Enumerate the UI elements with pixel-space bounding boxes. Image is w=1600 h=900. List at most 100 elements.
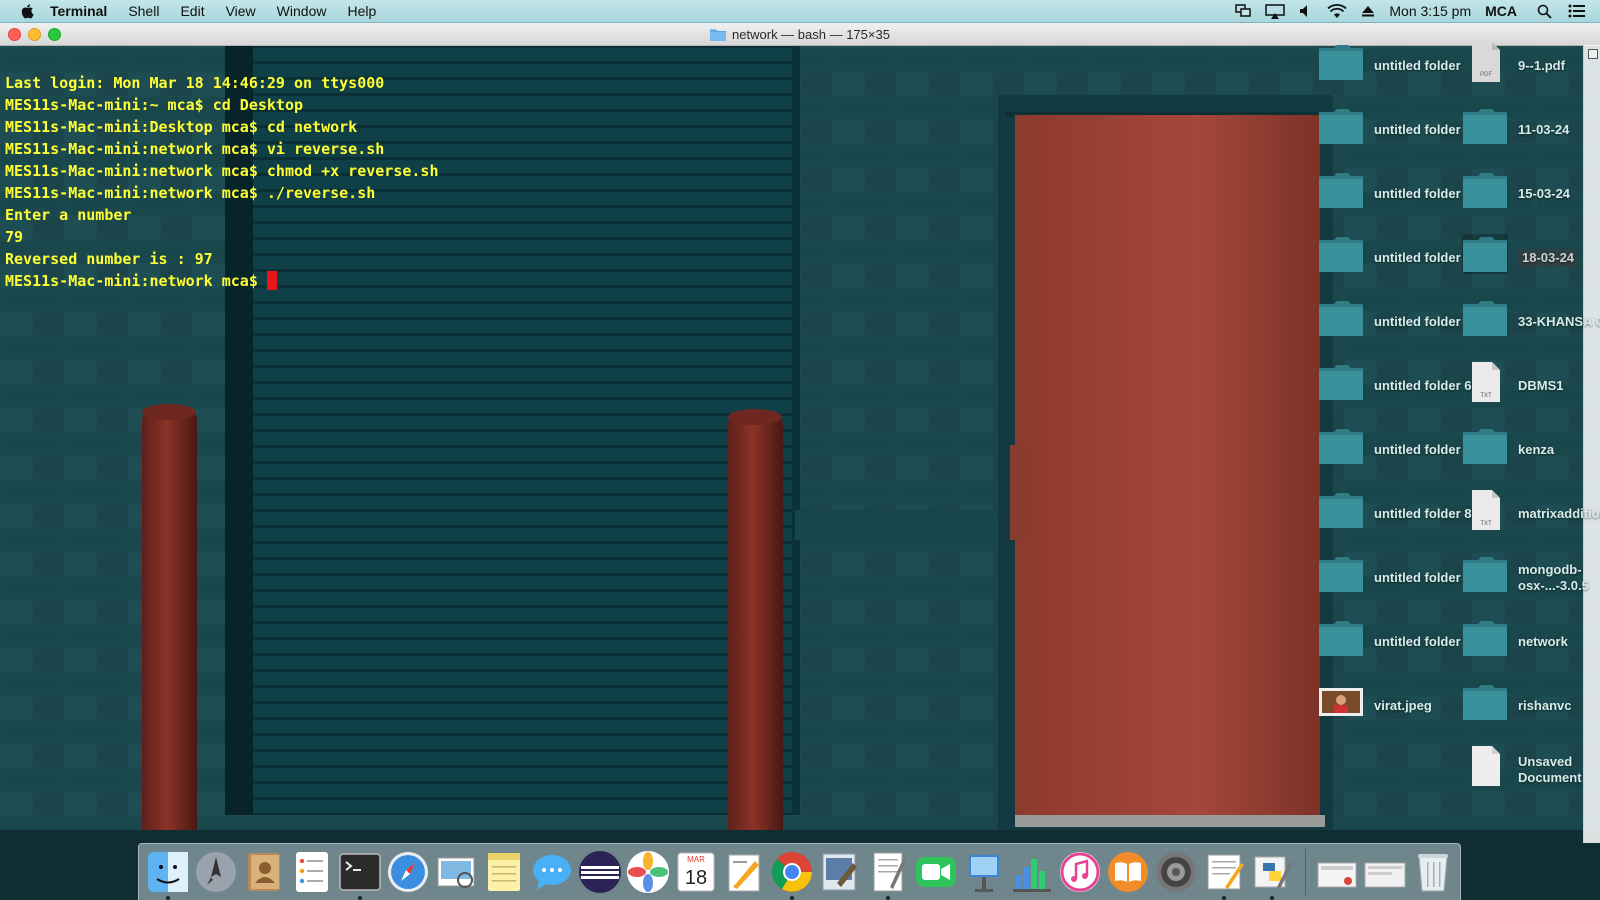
menubar-clock[interactable]: Mon 3:15 pm [1389, 3, 1471, 19]
messages-icon[interactable] [529, 849, 575, 895]
desktop-item-name: 33-KHANSA CZ [1518, 314, 1600, 329]
folder-icon [1318, 42, 1364, 82]
system-preferences-icon[interactable] [1153, 849, 1199, 895]
contacts-icon[interactable] [241, 849, 287, 895]
text-cursor [266, 271, 277, 290]
desktop-item-name: untitled folder [1374, 58, 1461, 73]
itunes-icon[interactable] [1057, 849, 1103, 895]
launchpad-icon[interactable] [193, 849, 239, 895]
output-line: MES11s-Mac-mini:Desktop mca$ cd network [5, 118, 358, 136]
prompt-line[interactable]: MES11s-Mac-mini:network mca$ [5, 270, 438, 292]
desktop-item[interactable]: TXT matrixaddition [1462, 486, 1600, 542]
menu-edit[interactable]: Edit [180, 3, 204, 19]
numbers-icon[interactable] [1009, 849, 1055, 895]
folder-icon [1318, 618, 1364, 658]
desktop-item[interactable]: PDF 9--1.pdf [1462, 38, 1600, 94]
shell-prompt: MES11s-Mac-mini:network mca$ [5, 272, 267, 290]
textedit-icon[interactable] [865, 849, 911, 900]
folder-icon [1462, 170, 1508, 210]
desktop-item-name: untitled folder 9 [1374, 570, 1472, 585]
minimize-button[interactable] [28, 28, 41, 41]
terminal-output[interactable]: Last login: Mon Mar 18 14:46:29 on ttys0… [5, 50, 438, 336]
desktop-item-label: rishanvc [1518, 678, 1600, 734]
desktop-item[interactable]: Unsaved Document [1462, 742, 1600, 798]
desktop-item[interactable]: 18-03-24 [1462, 230, 1600, 286]
desktop-item[interactable]: TXT DBMS1 [1462, 358, 1600, 414]
trash-icon[interactable] [1410, 849, 1456, 895]
menubar-user[interactable]: MCA [1485, 3, 1517, 19]
preview-icon[interactable] [433, 849, 479, 895]
folder-icon [1462, 298, 1508, 338]
desktop-item-name: 15-03-24 [1518, 186, 1571, 201]
airplay-icon[interactable] [1265, 3, 1286, 19]
reminders-icon[interactable] [289, 849, 335, 895]
folder-icon [1318, 298, 1364, 338]
downloads-stack-icon[interactable] [1362, 849, 1408, 895]
terminal-icon[interactable] [337, 849, 383, 900]
desktop-item[interactable]: network [1462, 614, 1600, 670]
menu-view[interactable]: View [226, 3, 256, 19]
desktop-item-label: Unsaved Document [1518, 742, 1600, 798]
desktop-item[interactable]: mongodb-osx-...-3.0.5 [1462, 550, 1600, 606]
desktop-item-name: rishanvc [1518, 698, 1572, 713]
desktop-item-label: kenza [1518, 422, 1600, 478]
keynote-icon[interactable] [961, 849, 1007, 895]
desktop-item[interactable]: kenza [1462, 422, 1600, 478]
desktop-item-name: DBMS1 [1518, 378, 1564, 393]
desktop-item[interactable]: rishanvc [1462, 678, 1600, 734]
folder-icon [1318, 426, 1364, 466]
desktop-item-name: untitled folder 5 [1374, 314, 1472, 329]
desktop-item[interactable]: 15-03-24 [1462, 166, 1600, 222]
wifi-icon[interactable] [1327, 3, 1348, 19]
output-line: MES11s-Mac-mini:network mca$ ./reverse.s… [5, 184, 376, 202]
photos-icon[interactable] [625, 849, 671, 895]
desktop-item-label: 11-03-24 [1518, 102, 1600, 158]
folder-icon [1462, 106, 1508, 146]
desktop-item[interactable]: 33-KHANSA CZ [1462, 294, 1600, 350]
ibooks-icon[interactable] [1105, 849, 1151, 895]
notification-center-icon[interactable] [1568, 4, 1586, 18]
desktop-item-label: 18-03-24 [1518, 230, 1600, 286]
menu-shell[interactable]: Shell [128, 3, 159, 19]
desktop-item-name: untitled folder 7 [1374, 442, 1472, 457]
zoom-button[interactable] [48, 28, 61, 41]
apple-menu-icon[interactable] [20, 3, 36, 19]
folder-icon [1462, 554, 1508, 594]
textedit-doc-icon[interactable] [1201, 849, 1247, 900]
desktop-item-name: mongodb-osx-...-3.0.5 [1518, 562, 1589, 593]
desktop-item-label: 33-KHANSA CZ [1518, 294, 1600, 350]
desktop-item-name: 18-03-24 [1518, 249, 1579, 267]
desktop-item-label: network [1518, 614, 1600, 670]
txt-file-icon: TXT [1462, 490, 1508, 530]
calendar-month: MAR [687, 855, 705, 864]
output-line: Reversed number is : 97 [5, 250, 213, 268]
eject-icon[interactable] [1361, 4, 1375, 18]
menu-app-name[interactable]: Terminal [50, 3, 107, 19]
desktop-item[interactable]: 11-03-24 [1462, 102, 1600, 158]
safari-icon[interactable] [385, 849, 431, 895]
preview-app-icon[interactable] [817, 849, 863, 895]
folder-icon [1318, 106, 1364, 146]
close-button[interactable] [8, 28, 21, 41]
image-file-icon [1318, 682, 1364, 722]
notes-icon[interactable] [481, 849, 527, 895]
folder-icon [1462, 618, 1508, 658]
spotlight-search-icon[interactable] [1537, 4, 1552, 19]
facetime-icon[interactable] [913, 849, 959, 895]
finder-icon[interactable] [145, 849, 191, 900]
menu-help[interactable]: Help [347, 3, 376, 19]
chrome-icon[interactable] [769, 849, 815, 900]
pages-icon[interactable] [721, 849, 767, 895]
folder-icon [1318, 234, 1364, 274]
screen-mirror-icon[interactable] [1235, 4, 1252, 18]
folder-icon [1318, 170, 1364, 210]
folder-icon [1318, 362, 1364, 402]
screenshot-stack-icon[interactable] [1314, 849, 1360, 895]
desktop-item-name: untitled folder 4 [1374, 250, 1472, 265]
status-menus: Mon 3:15 pm MCA [1221, 0, 1600, 22]
calendar-icon[interactable]: MAR 18 [673, 849, 719, 895]
eclipse-icon[interactable] [577, 849, 623, 895]
menu-window[interactable]: Window [277, 3, 327, 19]
python-icon[interactable] [1249, 849, 1295, 900]
volume-icon[interactable] [1299, 4, 1313, 18]
